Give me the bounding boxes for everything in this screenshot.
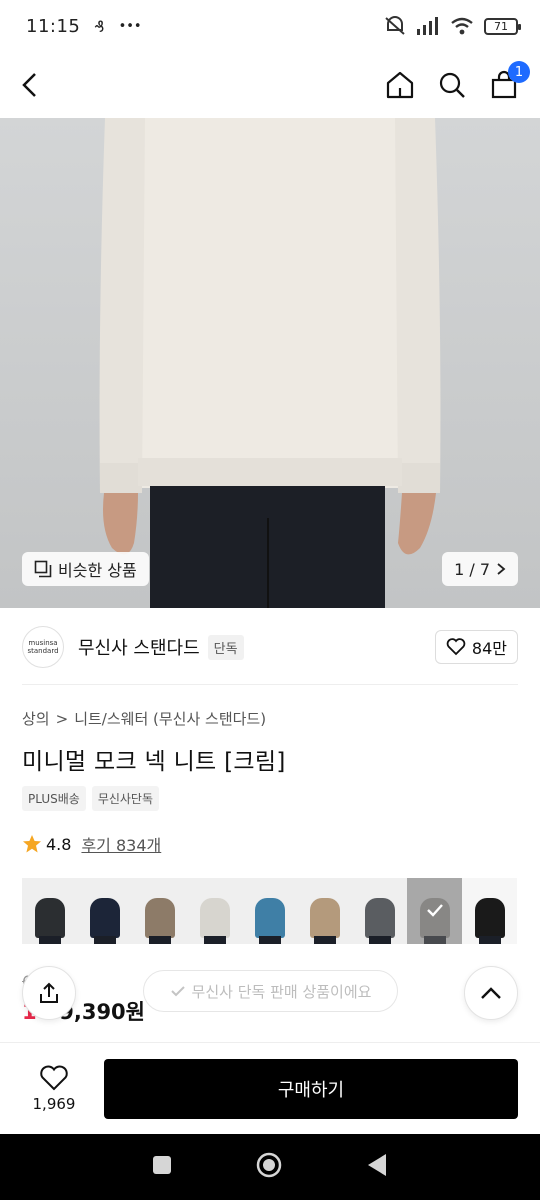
exclusive-toast: 무신사 단독 판매 상품이에요 bbox=[143, 970, 398, 1012]
color-option[interactable] bbox=[407, 878, 462, 944]
notification-icon: ₰ bbox=[94, 16, 105, 36]
color-option-swatch bbox=[309, 898, 340, 938]
color-option[interactable] bbox=[242, 878, 297, 944]
share-icon bbox=[40, 982, 58, 1003]
share-button[interactable] bbox=[22, 966, 76, 1020]
chevron-left-icon bbox=[22, 73, 36, 97]
color-option-pants bbox=[148, 936, 171, 944]
back-system-button[interactable] bbox=[366, 1153, 388, 1181]
image-pager-text: 1 / 7 bbox=[454, 559, 490, 579]
color-option-pants bbox=[423, 936, 446, 944]
color-option-swatch bbox=[254, 898, 285, 938]
back-button[interactable] bbox=[20, 65, 60, 105]
product-photo bbox=[99, 118, 441, 608]
divider bbox=[22, 684, 518, 685]
signal-icon bbox=[417, 17, 438, 35]
color-option[interactable] bbox=[22, 878, 77, 944]
cart-count-badge: 1 bbox=[508, 61, 530, 83]
color-option[interactable] bbox=[297, 878, 352, 944]
selected-check-icon bbox=[427, 904, 443, 917]
breadcrumb-level1[interactable]: 상의 bbox=[22, 708, 50, 729]
color-option-swatch bbox=[89, 898, 120, 938]
bottom-purchase-bar: 1,969 구매하기 bbox=[0, 1042, 540, 1134]
heart-icon bbox=[446, 638, 466, 656]
buy-button-label: 구매하기 bbox=[277, 1079, 345, 1101]
brand-logo-line2: standard bbox=[27, 647, 59, 655]
breadcrumb-separator: > bbox=[55, 709, 69, 728]
color-option[interactable] bbox=[352, 878, 407, 944]
brand-row: musinsa standard 무신사 스탠다드 단독 84만 bbox=[22, 622, 518, 672]
breadcrumb: 상의 > 니트/스웨터 (무신사 스탠다드) bbox=[22, 708, 266, 729]
rating-row: 4.8 후기 834개 bbox=[22, 832, 161, 856]
home-button[interactable] bbox=[384, 69, 416, 101]
check-icon bbox=[170, 986, 185, 997]
battery-level: 71 bbox=[494, 19, 508, 33]
buy-button[interactable]: 구매하기 bbox=[104, 1058, 518, 1119]
color-option-pants bbox=[313, 936, 336, 944]
toast-text: 무신사 단독 판매 상품이에요 bbox=[191, 982, 372, 1001]
more-notifications-icon: ••• bbox=[118, 18, 142, 34]
status-bar: 11:15 ₰ ••• 71 bbox=[0, 0, 540, 52]
color-option-swatch bbox=[364, 898, 395, 938]
top-navigation: 1 bbox=[0, 52, 540, 118]
circle-icon bbox=[256, 1152, 282, 1178]
color-option[interactable] bbox=[187, 878, 242, 944]
badge-plus-delivery: PLUS배송 bbox=[22, 786, 86, 811]
mute-icon bbox=[385, 16, 405, 35]
wishlist-count: 1,969 bbox=[32, 1094, 76, 1113]
product-image[interactable]: 비슷한 상품 1 / 7 bbox=[0, 118, 540, 608]
color-option-pants bbox=[258, 936, 281, 944]
review-count-link[interactable]: 후기 834개 bbox=[81, 832, 161, 856]
color-option-swatch bbox=[199, 898, 230, 938]
chevron-right-icon bbox=[497, 563, 506, 575]
search-button[interactable] bbox=[436, 69, 468, 101]
status-time: 11:15 bbox=[26, 15, 81, 37]
system-navigation-bar bbox=[0, 1134, 540, 1200]
product-badges: PLUS배송 무신사단독 bbox=[22, 786, 160, 811]
similar-products-label: 비슷한 상품 bbox=[58, 561, 137, 580]
wishlist-button[interactable]: 1,969 bbox=[22, 1065, 86, 1113]
brand-like-count: 84만 bbox=[471, 639, 507, 658]
exclusive-tag: 단독 bbox=[207, 634, 244, 660]
brand-like-button[interactable]: 84만 bbox=[434, 630, 518, 664]
color-option-pants bbox=[93, 936, 116, 944]
cart-button[interactable]: 1 bbox=[488, 61, 530, 101]
battery-icon: 71 bbox=[484, 17, 521, 35]
breadcrumb-level2[interactable]: 니트/스웨터 (무신사 스탠다드) bbox=[74, 708, 266, 729]
chevron-up-icon bbox=[481, 987, 501, 999]
heart-icon bbox=[40, 1065, 68, 1090]
badge-exclusive: 무신사단독 bbox=[91, 786, 160, 811]
brand-logo[interactable]: musinsa standard bbox=[22, 626, 64, 668]
color-option-pants bbox=[368, 936, 391, 944]
scroll-to-top-button[interactable] bbox=[464, 966, 518, 1020]
color-option-pants bbox=[478, 936, 501, 944]
color-option-swatch bbox=[34, 898, 65, 938]
search-icon bbox=[439, 72, 465, 98]
color-option-swatch bbox=[144, 898, 175, 938]
color-option[interactable] bbox=[462, 878, 517, 944]
copy-icon bbox=[34, 560, 52, 578]
star-icon bbox=[23, 835, 41, 853]
color-option-swatch bbox=[474, 898, 505, 938]
color-option-pants bbox=[203, 936, 226, 944]
color-option[interactable] bbox=[132, 878, 187, 944]
color-option[interactable] bbox=[77, 878, 132, 944]
color-thumbnails bbox=[22, 878, 518, 944]
brand-name[interactable]: 무신사 스탠다드 bbox=[78, 634, 200, 660]
rating-score: 4.8 bbox=[46, 834, 72, 854]
color-option-pants bbox=[38, 936, 61, 944]
home-icon bbox=[386, 71, 414, 99]
triangle-back-icon bbox=[368, 1154, 387, 1176]
image-pager[interactable]: 1 / 7 bbox=[442, 552, 518, 586]
recent-apps-button[interactable] bbox=[152, 1155, 172, 1179]
similar-products-button[interactable]: 비슷한 상품 bbox=[22, 552, 149, 586]
product-title: 미니멀 모크 넥 니트 [크림] bbox=[22, 749, 286, 775]
brand-logo-line1: musinsa bbox=[28, 639, 58, 647]
square-icon bbox=[152, 1156, 171, 1174]
wifi-icon bbox=[451, 17, 473, 35]
home-system-button[interactable] bbox=[255, 1151, 283, 1183]
